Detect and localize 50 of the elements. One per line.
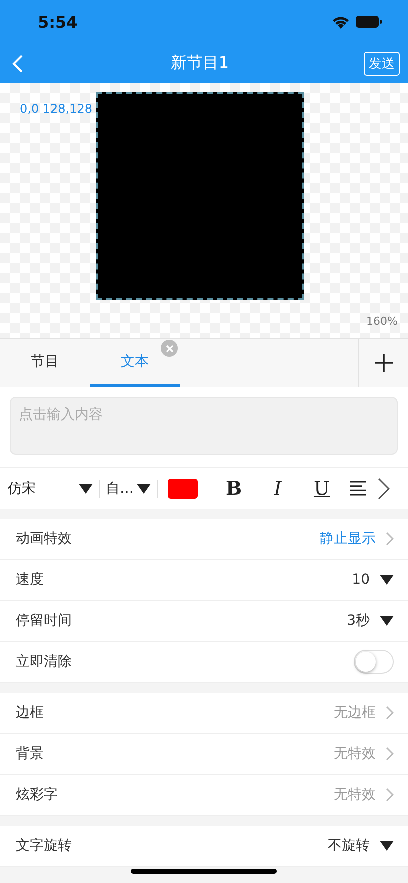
underline-button[interactable]: U	[300, 476, 344, 500]
chevron-right-icon	[386, 747, 394, 761]
setting-value: 无边框	[334, 704, 376, 722]
tab[interactable]: 节目	[0, 339, 90, 387]
setting-label: 背景	[16, 745, 44, 763]
size-dropdown[interactable]: 自…	[106, 480, 158, 498]
chevron-right-icon	[386, 706, 394, 720]
display-region[interactable]	[96, 92, 304, 300]
settings-row[interactable]: 边框 无边框	[0, 693, 408, 734]
bold-button[interactable]: B	[212, 476, 256, 500]
setting-value: 静止显示	[320, 530, 376, 548]
settings-row[interactable]: 背景 无特效	[0, 734, 408, 775]
settings-row[interactable]: 停留时间 3秒	[0, 601, 408, 642]
setting-value: 10	[352, 572, 370, 588]
wifi-icon	[332, 16, 350, 28]
chevron-right-icon	[386, 788, 394, 802]
setting-label: 边框	[16, 704, 44, 722]
setting-label: 动画特效	[16, 530, 72, 548]
settings-row[interactable]: 炫彩字 无特效	[0, 775, 408, 816]
page-title: 新节目1	[170, 53, 230, 74]
dropdown-triangle-icon	[137, 484, 151, 494]
coordinates-label: 0,0 128,128	[20, 102, 93, 116]
zoom-label: 160%	[366, 315, 398, 328]
dropdown-triangle-icon	[380, 616, 394, 626]
dropdown-triangle-icon	[79, 484, 93, 494]
dropdown-triangle-icon	[380, 841, 394, 851]
battery-icon	[356, 16, 382, 28]
text-input-field[interactable]: 点击输入内容	[10, 397, 398, 455]
setting-label: 文字旋转	[16, 837, 72, 855]
italic-button[interactable]: I	[256, 476, 300, 500]
setting-value: 不旋转	[328, 837, 370, 855]
setting-value: 3秒	[347, 612, 370, 630]
settings-row[interactable]: 动画特效 静止显示	[0, 519, 408, 560]
setting-value: 无特效	[334, 745, 376, 763]
status-time: 5:54	[38, 12, 78, 32]
font-dropdown[interactable]: 仿宋	[8, 480, 100, 498]
setting-label: 炫彩字	[16, 786, 58, 804]
back-icon[interactable]	[12, 54, 24, 74]
dropdown-triangle-icon	[380, 575, 394, 585]
setting-label: 速度	[16, 571, 44, 589]
settings-row[interactable]: 文字旋转 不旋转	[0, 826, 408, 867]
color-swatch[interactable]	[168, 478, 198, 498]
setting-label: 立即清除	[16, 653, 72, 671]
chevron-right-icon	[386, 532, 394, 546]
toggle-switch[interactable]	[354, 650, 394, 674]
setting-label: 停留时间	[16, 612, 72, 630]
plus-icon[interactable]	[374, 354, 392, 372]
settings-row[interactable]: 立即清除	[0, 642, 408, 683]
setting-value: 无特效	[334, 786, 376, 804]
settings-row[interactable]: 速度 10	[0, 560, 408, 601]
